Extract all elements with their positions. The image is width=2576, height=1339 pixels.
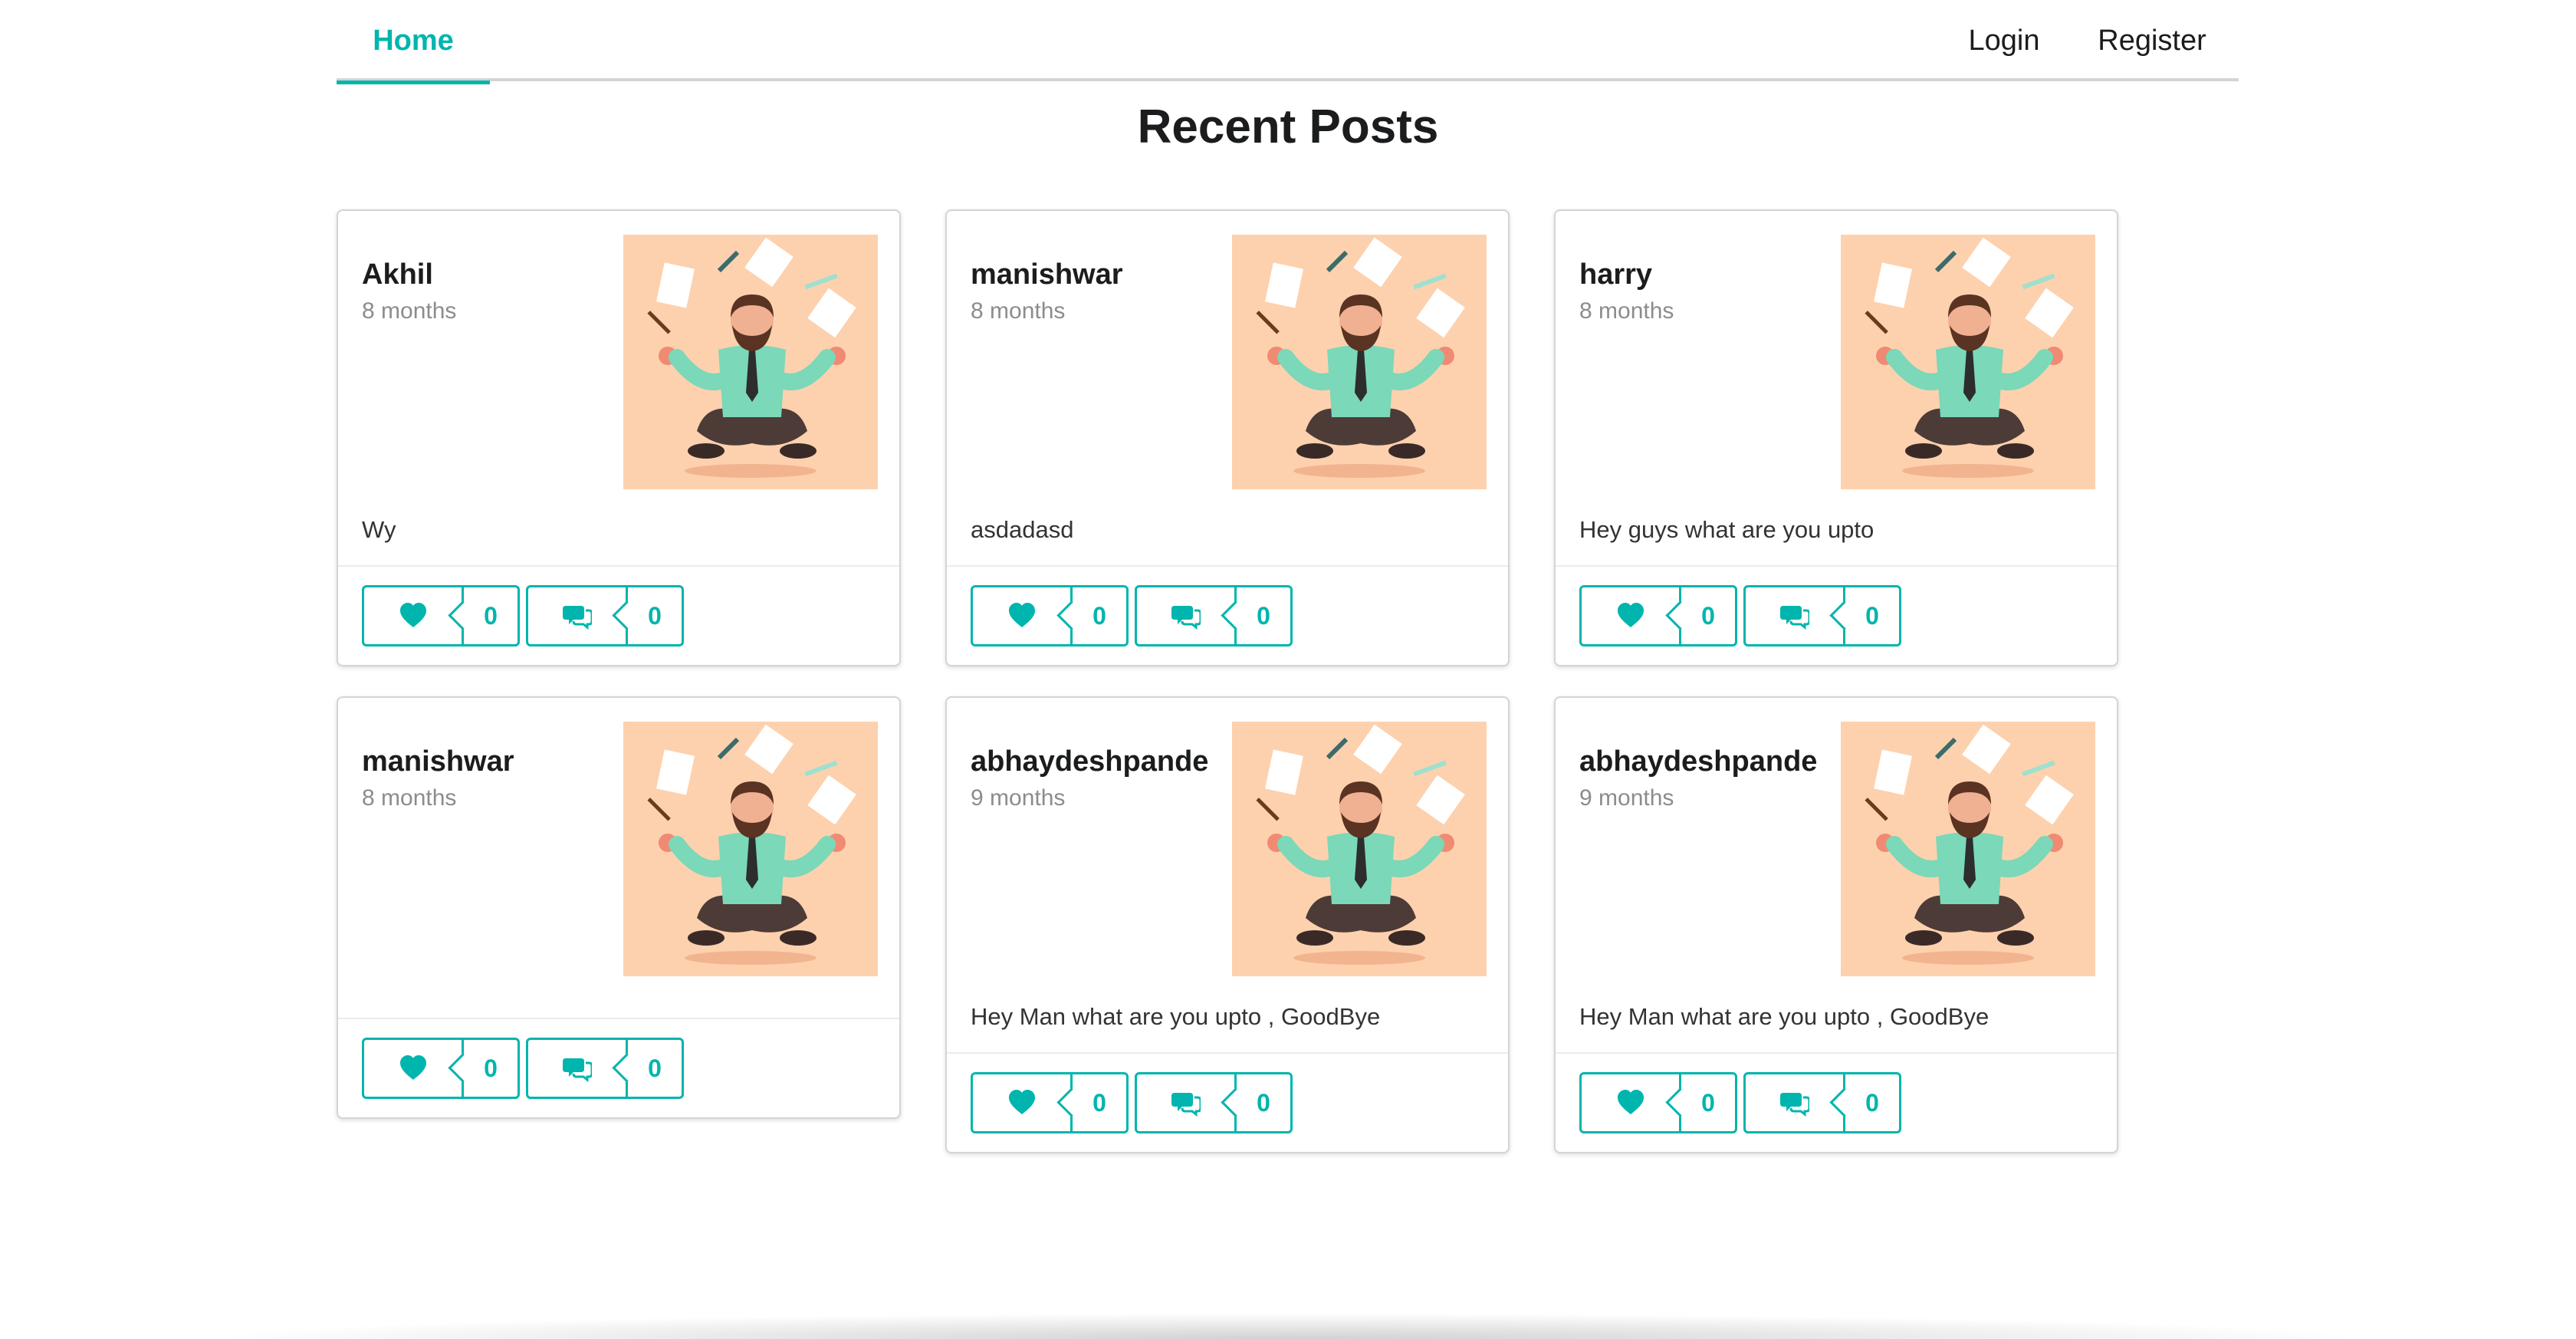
heart-icon — [1008, 1090, 1035, 1114]
heart-icon — [1617, 603, 1644, 627]
post-body: Hey guys what are you upto — [1579, 516, 1875, 543]
like-count: 0 — [1073, 1074, 1126, 1131]
comment-button[interactable]: 0 — [1743, 1072, 1901, 1133]
heart-icon — [1617, 1090, 1644, 1114]
post-time: 8 months — [971, 298, 1066, 324]
heart-icon — [1008, 603, 1035, 627]
like-button[interactable]: 0 — [971, 585, 1129, 646]
like-count: 0 — [1681, 1074, 1735, 1131]
heart-icon — [399, 1055, 426, 1080]
post-card: abhaydeshpande 9 months Hey Man what are… — [945, 696, 1510, 1153]
post-time: 8 months — [362, 785, 457, 811]
post-illustration — [1232, 235, 1487, 489]
like-count: 0 — [464, 587, 518, 644]
post-time: 9 months — [1579, 785, 1674, 811]
post-illustration — [1841, 235, 2095, 489]
comment-button[interactable]: 0 — [1743, 585, 1901, 646]
like-button[interactable]: 0 — [362, 585, 520, 646]
like-button[interactable]: 0 — [1579, 1072, 1737, 1133]
post-author[interactable]: abhaydeshpande — [971, 745, 1208, 778]
comment-button[interactable]: 0 — [1135, 1072, 1293, 1133]
post-illustration — [1232, 722, 1487, 976]
footer-shadow — [199, 1313, 2377, 1339]
like-button[interactable]: 0 — [362, 1038, 520, 1099]
comments-icon — [1171, 604, 1201, 629]
post-card: Akhil 8 months Wy 0 0 — [337, 209, 901, 666]
comment-count: 0 — [1845, 587, 1899, 644]
post-body: Hey Man what are you upto , GoodBye — [1579, 1003, 1990, 1030]
post-illustration — [1841, 722, 2095, 976]
post-body: asdadasd — [971, 516, 1074, 543]
comment-button[interactable]: 0 — [526, 585, 684, 646]
comment-count: 0 — [628, 1040, 682, 1097]
post-actions: 0 0 — [947, 1052, 1508, 1152]
post-actions: 0 0 — [338, 1018, 899, 1117]
comment-count: 0 — [1237, 1074, 1290, 1131]
posts-grid: Akhil 8 months Wy 0 0 manishwar 8 months… — [0, 0, 2576, 1339]
like-button[interactable]: 0 — [1579, 585, 1737, 646]
post-time: 8 months — [1579, 298, 1674, 324]
comment-count: 0 — [628, 587, 682, 644]
post-illustration — [623, 722, 878, 976]
post-card: manishwar 8 months 0 0 — [337, 696, 901, 1119]
post-time: 9 months — [971, 785, 1066, 811]
post-card: abhaydeshpande 9 months Hey Man what are… — [1554, 696, 2118, 1153]
post-actions: 0 0 — [1556, 1052, 2117, 1152]
post-card: manishwar 8 months asdadasd 0 0 — [945, 209, 1510, 666]
post-card: harry 8 months Hey guys what are you upt… — [1554, 209, 2118, 666]
post-illustration — [623, 235, 878, 489]
heart-icon — [399, 603, 426, 627]
post-author[interactable]: harry — [1579, 258, 1652, 291]
like-count: 0 — [1073, 587, 1126, 644]
comment-button[interactable]: 0 — [1135, 585, 1293, 646]
post-time: 8 months — [362, 298, 457, 324]
comment-button[interactable]: 0 — [526, 1038, 684, 1099]
post-body: Hey Man what are you upto , GoodBye — [971, 1003, 1381, 1030]
like-count: 0 — [464, 1040, 518, 1097]
comment-count: 0 — [1845, 1074, 1899, 1131]
post-actions: 0 0 — [947, 565, 1508, 665]
post-author[interactable]: abhaydeshpande — [1579, 745, 1817, 778]
post-author[interactable]: manishwar — [362, 745, 514, 778]
comment-count: 0 — [1237, 587, 1290, 644]
post-actions: 0 0 — [338, 565, 899, 665]
like-count: 0 — [1681, 587, 1735, 644]
post-author[interactable]: Akhil — [362, 258, 433, 291]
post-actions: 0 0 — [1556, 565, 2117, 665]
comments-icon — [1171, 1091, 1201, 1116]
comments-icon — [1779, 1091, 1809, 1116]
comments-icon — [562, 1057, 592, 1081]
comments-icon — [562, 604, 592, 629]
post-author[interactable]: manishwar — [971, 258, 1123, 291]
like-button[interactable]: 0 — [971, 1072, 1129, 1133]
comments-icon — [1779, 604, 1809, 629]
post-body: Wy — [362, 516, 396, 543]
